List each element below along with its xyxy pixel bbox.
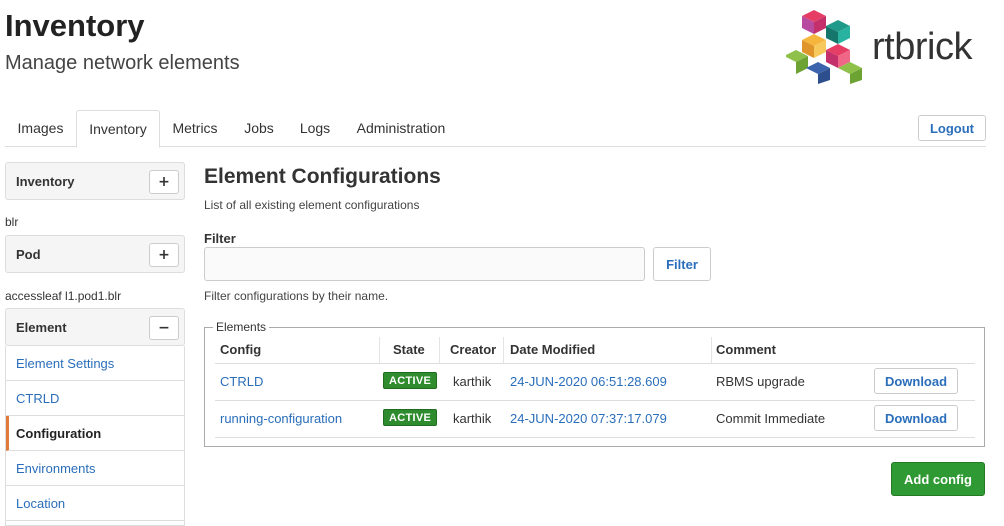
config-name-link[interactable]: running-configuration [220,411,342,426]
download-button[interactable]: Download [874,405,958,431]
elements-legend: Elements [213,320,270,334]
logout-button[interactable]: Logout [918,115,986,141]
sidebar-item-ctrld[interactable]: CTRLD [6,381,184,416]
pod-panel: Pod + [5,235,185,273]
column-divider [711,337,712,363]
sidebar: Inventory + blr Pod + accessleaf l1.pod1… [5,162,185,526]
element-panel-title: Element [16,320,67,335]
sidebar-item-environments[interactable]: Environments [6,451,184,486]
brand-name: rtbrick [872,26,972,68]
section-title: Element Configurations [204,165,441,188]
elements-fieldset: Elements Config State Creator Date Modif… [204,320,985,447]
tab-images[interactable]: Images [5,110,76,147]
pod-panel-title: Pod [16,247,41,262]
element-context-label: accessleaf l1.pod1.blr [5,289,122,303]
page-title: Inventory [5,8,145,43]
add-config-button[interactable]: Add config [891,462,985,496]
inventory-panel-title: Inventory [16,174,75,189]
main-nav-tabs: Images Inventory Metrics Jobs Logs Admin… [5,110,986,148]
config-name-link[interactable]: CTRLD [220,374,263,389]
creator-cell: karthik [453,411,492,426]
tab-metrics[interactable]: Metrics [160,110,230,147]
column-header-config: Config [220,342,262,357]
column-divider [503,337,504,363]
filter-help-text: Filter configurations by their name. [204,289,389,303]
column-header-date-modified: Date Modified [510,342,596,357]
inventory-expand-button[interactable]: + [149,170,179,194]
filter-label: Filter [204,231,236,246]
column-header-creator: Creator [450,342,497,357]
pod-expand-button[interactable]: + [149,243,179,267]
download-button[interactable]: Download [874,368,958,394]
state-badge: ACTIVE [383,409,438,426]
sidebar-item-configuration[interactable]: Configuration [6,416,184,451]
column-header-state: State [393,342,425,357]
row-divider [215,437,975,438]
inventory-panel: Inventory + [5,162,185,200]
row-divider [215,400,975,401]
comment-cell: RBMS upgrade [716,374,805,389]
creator-cell: karthik [453,374,492,389]
tab-jobs[interactable]: Jobs [230,110,288,147]
tab-administration[interactable]: Administration [342,110,460,147]
filter-button[interactable]: Filter [653,247,711,281]
tab-logs[interactable]: Logs [288,110,342,147]
filter-input[interactable] [204,247,645,281]
brand-logo: rtbrick [786,6,990,84]
date-modified-link[interactable]: 24-JUN-2020 07:37:17.079 [510,411,667,426]
state-badge: ACTIVE [383,372,438,389]
tab-inventory[interactable]: Inventory [76,110,160,148]
pod-context-label: blr [5,215,19,229]
sidebar-item-element-settings[interactable]: Element Settings [6,346,184,381]
element-menu: Element Settings CTRLD Configuration Env… [5,346,185,526]
element-panel: Element − [5,308,185,346]
rtbrick-cube-logo-icon [786,10,862,84]
column-header-comment: Comment [716,342,776,357]
page-subtitle: Manage network elements [5,52,240,74]
column-divider [379,337,380,363]
comment-cell: Commit Immediate [716,411,826,426]
date-modified-link[interactable]: 24-JUN-2020 06:51:28.609 [510,374,667,389]
section-description: List of all existing element configurati… [204,198,420,212]
element-collapse-button[interactable]: − [149,316,179,340]
column-divider [439,337,440,363]
table-header-divider [215,363,975,364]
